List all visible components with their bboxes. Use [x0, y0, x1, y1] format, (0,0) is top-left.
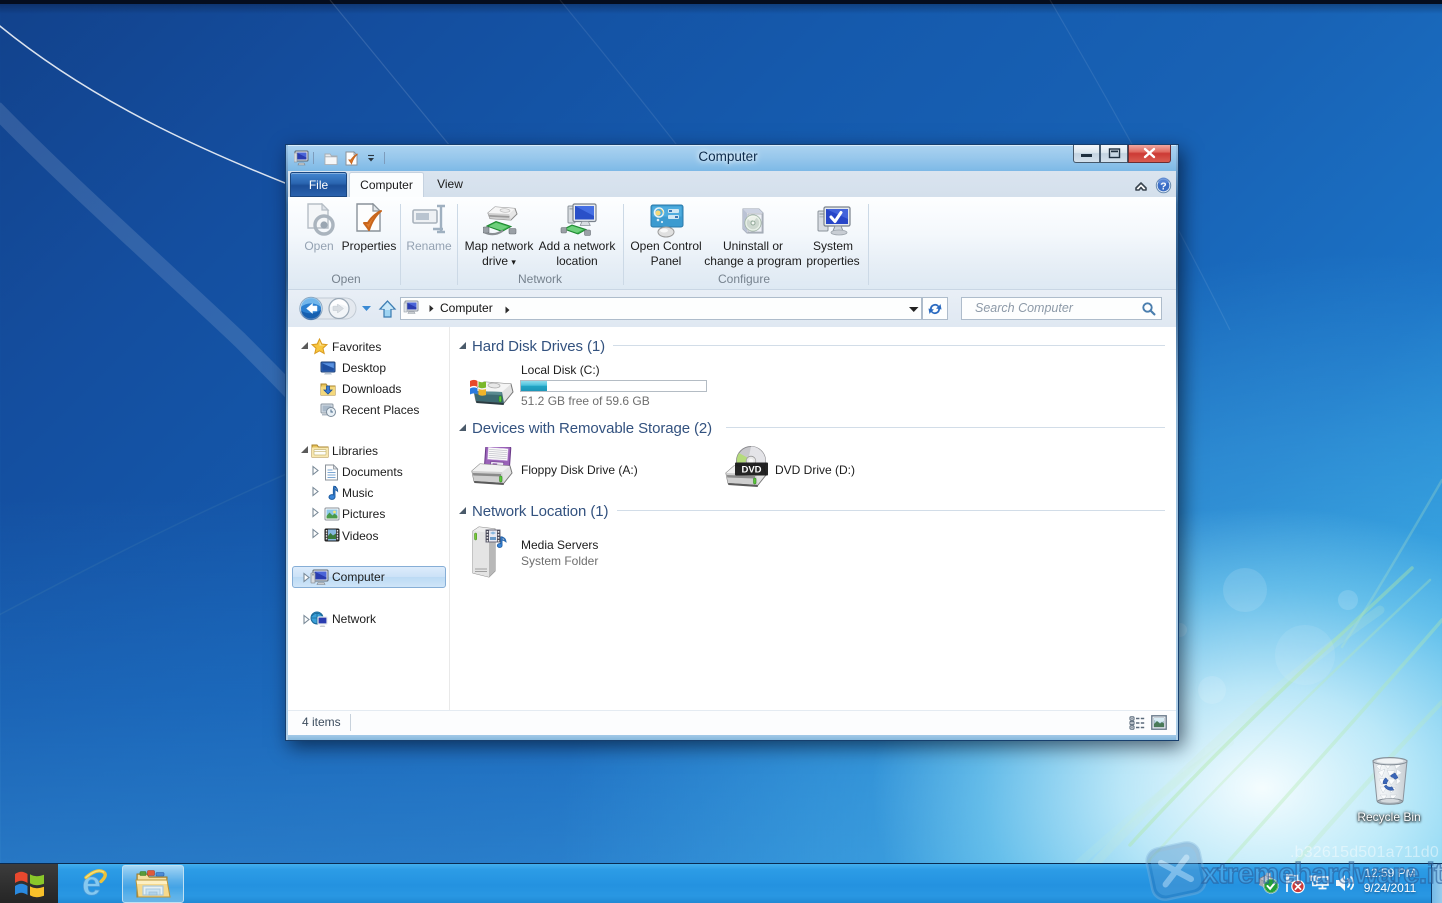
- svg-text:DVD: DVD: [741, 465, 761, 476]
- svg-text:xtremehardware.it: xtremehardware.it: [1202, 858, 1442, 890]
- svg-text:?: ?: [1160, 181, 1166, 193]
